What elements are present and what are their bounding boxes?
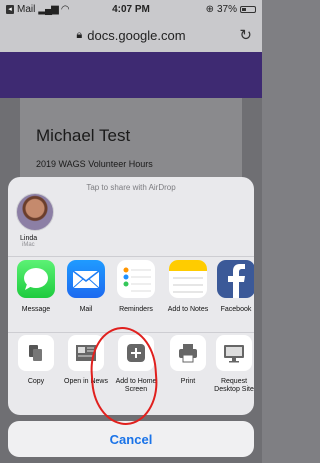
- doc-subtitle: 2019 WAGS Volunteer Hours: [36, 159, 153, 169]
- doc-header-band: [0, 52, 262, 98]
- share-app-mail[interactable]: Mail: [60, 260, 112, 314]
- airdrop-hint: Tap to share with AirDrop: [86, 183, 176, 192]
- share-app-label: Add to Notes: [167, 306, 209, 313]
- airdrop-contact[interactable]: Linda iMac: [16, 193, 56, 248]
- action-label: Copy: [27, 378, 45, 385]
- share-app-label: Mail: [79, 306, 93, 313]
- reload-icon[interactable]: ↻: [239, 26, 252, 44]
- printer-icon[interactable]: [170, 335, 206, 371]
- action-copy[interactable]: Copy: [10, 335, 62, 386]
- facebook-icon[interactable]: [217, 260, 254, 298]
- contact-name: Linda: [20, 235, 38, 242]
- status-right: ⊕ 37%: [206, 4, 256, 15]
- battery-icon: [240, 5, 256, 13]
- notes-icon[interactable]: [169, 260, 207, 298]
- share-apps-row: Message Mail Reminders Add to Notes Face…: [8, 260, 254, 330]
- share-app-reminders[interactable]: Reminders: [110, 260, 162, 314]
- status-bar: ◂ Mail ▂▄▆ ◠ 4:07 PM ⊕ 37%: [0, 0, 262, 18]
- lock-icon: 🔒︎: [76, 28, 83, 41]
- contact-device: iMac: [22, 242, 35, 248]
- battery-percent: 37%: [216, 3, 237, 15]
- battery-fill: [242, 7, 246, 11]
- url-text[interactable]: docs.google.com: [87, 28, 185, 43]
- action-label: Print: [180, 378, 196, 385]
- url-bar[interactable]: 🔒︎ docs.google.com ↻: [0, 18, 262, 52]
- messages-icon[interactable]: [17, 260, 55, 298]
- share-app-message[interactable]: Message: [10, 260, 62, 314]
- mail-icon[interactable]: [67, 260, 105, 298]
- desktop-icon[interactable]: [216, 335, 252, 371]
- doc-title: Michael Test: [36, 126, 131, 145]
- action-print[interactable]: Print: [162, 335, 214, 386]
- rotation-lock-icon: ⊕: [205, 3, 214, 15]
- copy-icon[interactable]: [18, 335, 54, 371]
- share-app-label: Reminders: [119, 306, 153, 313]
- cancel-button[interactable]: Cancel: [8, 421, 254, 457]
- share-app-notes[interactable]: Add to Notes: [162, 260, 214, 314]
- action-label: Request Desktop Site: [214, 378, 254, 393]
- action-request-desktop-site[interactable]: Request Desktop Site: [208, 335, 254, 394]
- reminders-icon[interactable]: [117, 260, 155, 298]
- share-app-facebook[interactable]: Facebook: [210, 260, 254, 314]
- share-app-label: Facebook: [220, 306, 252, 313]
- avatar[interactable]: [16, 193, 54, 231]
- divider: [8, 256, 254, 257]
- share-app-label: Message: [21, 306, 51, 313]
